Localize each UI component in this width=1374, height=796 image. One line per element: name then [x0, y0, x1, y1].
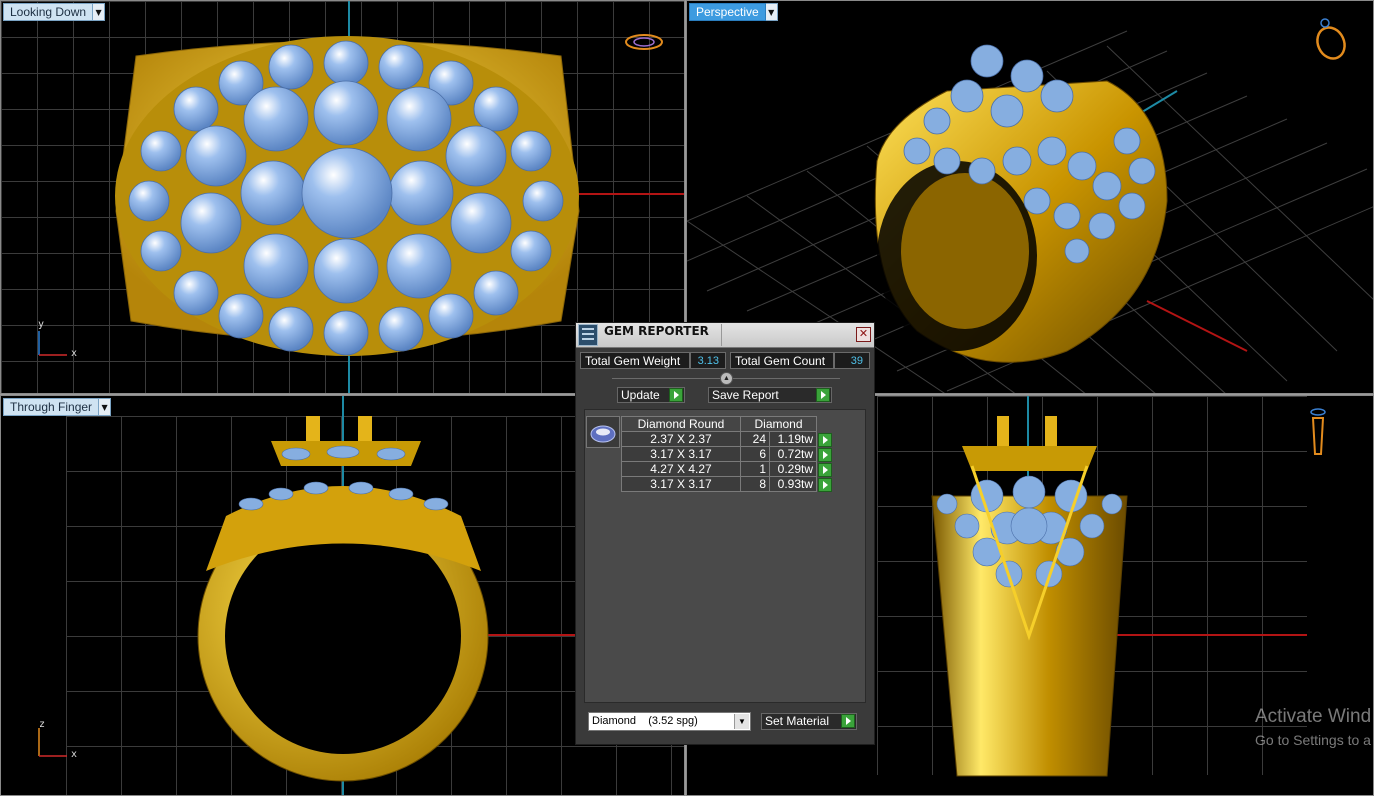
row-action: [817, 447, 838, 462]
gem-reporter-app-icon: [578, 324, 598, 346]
collapse-toggle-icon[interactable]: ▲: [720, 372, 733, 385]
play-icon[interactable]: [816, 388, 830, 402]
play-icon[interactable]: [818, 447, 832, 462]
chevron-down-icon[interactable]: ▼: [99, 398, 112, 416]
set-material-button-label: Set Material: [765, 714, 830, 728]
table-row[interactable]: 2.37 X 2.37 24 1.19tw: [621, 431, 838, 447]
ring-side-icon: [1310, 408, 1326, 455]
title-divider: [721, 324, 722, 346]
axis-x-label: x: [71, 749, 78, 760]
gem-size: 4.27 X 4.27: [621, 461, 741, 477]
table-row[interactable]: 3.17 X 3.17 6 0.72tw: [621, 446, 838, 462]
close-icon[interactable]: ✕: [856, 327, 871, 342]
axis-y-label: y: [38, 319, 45, 330]
gem-list-panel: Diamond Round Diamond 2.37 X 2.37 24 1.1…: [584, 409, 866, 703]
gem-size: 3.17 X 3.17: [621, 476, 741, 492]
header-material: Diamond: [740, 416, 817, 432]
total-gem-count-label: Total Gem Count: [730, 352, 834, 369]
viewport-label-looking-down[interactable]: Looking Down ▼: [3, 3, 106, 21]
header-spacer: [817, 417, 838, 432]
save-report-button-label: Save Report: [712, 388, 779, 402]
gem-weight: 0.29tw: [769, 461, 817, 477]
gem-table: Diamond Round Diamond 2.37 X 2.37 24 1.1…: [621, 416, 838, 492]
viewport-label-text: Looking Down: [3, 3, 94, 21]
update-button[interactable]: Update: [617, 387, 685, 403]
set-material-button[interactable]: Set Material: [761, 713, 857, 730]
viewport-label-text: Through Finger: [3, 398, 100, 416]
ring-view-icon: [625, 34, 663, 50]
play-icon[interactable]: [818, 432, 832, 447]
dialog-titlebar[interactable]: GEM REPORTER ✕: [576, 323, 874, 348]
play-icon[interactable]: [818, 462, 832, 477]
play-icon[interactable]: [818, 477, 832, 492]
activation-watermark-line2: Go to Settings to a: [1255, 732, 1371, 748]
axis-x-label: x: [71, 348, 78, 359]
material-select-value: Diamond (3.52 spg): [592, 715, 698, 727]
activation-watermark-line1: Activate Wind: [1255, 706, 1372, 727]
total-gem-weight-label: Total Gem Weight: [580, 352, 690, 369]
save-report-button[interactable]: Save Report: [708, 387, 832, 403]
gem-count: 1: [740, 461, 770, 477]
row-action: [817, 477, 838, 492]
gem-weight: 0.93tw: [769, 476, 817, 492]
gem-count: 6: [740, 446, 770, 462]
viewport-label-text: Perspective: [689, 3, 766, 21]
total-gem-weight-value: 3.13: [690, 352, 726, 369]
play-icon[interactable]: [841, 714, 855, 728]
material-select[interactable]: Diamond (3.52 spg) ▼: [588, 712, 751, 731]
gem-weight: 0.72tw: [769, 446, 817, 462]
gem-size: 3.17 X 3.17: [621, 446, 741, 462]
update-button-label: Update: [621, 388, 660, 402]
diamond-round-icon: [586, 416, 620, 448]
ring-perspective-icon: [1316, 18, 1346, 60]
row-action: [817, 432, 838, 447]
table-header-row: Diamond Round Diamond: [621, 416, 838, 432]
play-icon[interactable]: [669, 388, 683, 402]
header-cut: Diamond Round: [621, 416, 741, 432]
gem-count: 24: [740, 431, 770, 447]
chevron-down-icon[interactable]: ▼: [93, 3, 106, 21]
total-gem-count-value: 39: [834, 352, 870, 369]
table-row[interactable]: 4.27 X 4.27 1 0.29tw: [621, 461, 838, 477]
viewport-label-through-finger[interactable]: Through Finger ▼: [3, 398, 112, 416]
viewport-label-perspective[interactable]: Perspective ▼: [689, 3, 778, 21]
dialog-title: GEM REPORTER: [604, 324, 709, 338]
gem-size: 2.37 X 2.37: [621, 431, 741, 447]
row-action: [817, 462, 838, 477]
gem-reporter-dialog: GEM REPORTER ✕ Total Gem Weight 3.13 Tot…: [575, 322, 875, 745]
gem-count: 8: [740, 476, 770, 492]
gem-weight: 1.19tw: [769, 431, 817, 447]
axis-z-label: z: [39, 719, 46, 730]
table-row[interactable]: 3.17 X 3.17 8 0.93tw: [621, 476, 838, 492]
chevron-down-icon[interactable]: ▼: [734, 714, 749, 729]
chevron-down-icon[interactable]: ▼: [765, 3, 778, 21]
